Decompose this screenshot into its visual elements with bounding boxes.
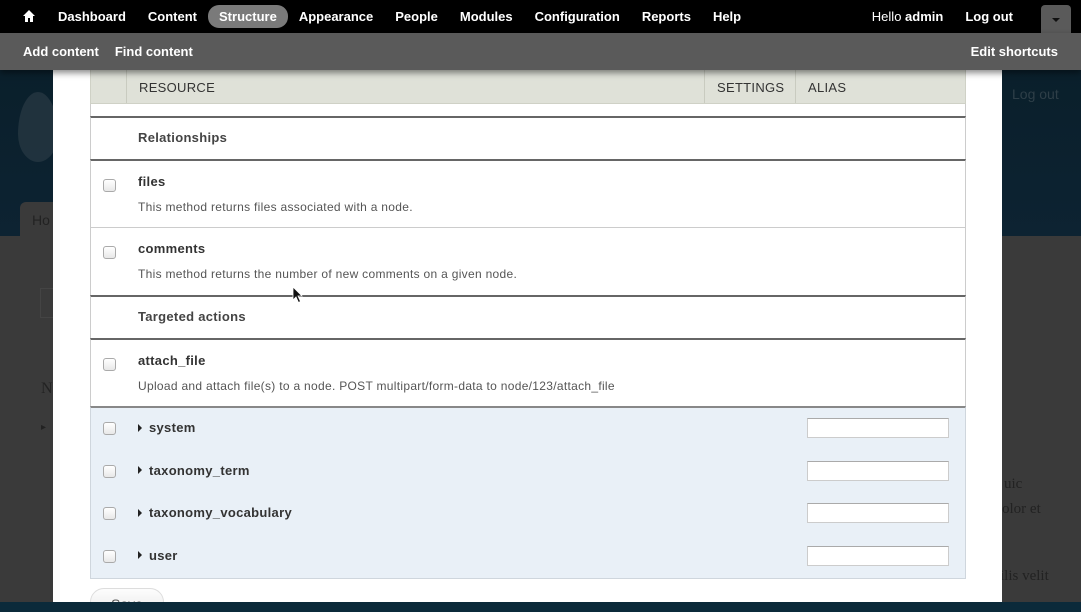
- username-link[interactable]: admin: [905, 9, 943, 24]
- alias-input[interactable]: [807, 460, 949, 481]
- user-area: Hello admin Log out: [872, 9, 1013, 24]
- method-description: Upload and attach file(s) to a node. POS…: [138, 379, 615, 393]
- method-name: attach_file: [138, 353, 206, 368]
- menu-configuration[interactable]: Configuration: [524, 5, 631, 28]
- edit-shortcuts-link[interactable]: Edit shortcuts: [971, 44, 1058, 59]
- menu-people[interactable]: People: [384, 5, 449, 28]
- expand-arrow-icon: [138, 508, 142, 517]
- menu-appearance[interactable]: Appearance: [288, 5, 384, 28]
- save-button[interactable]: Save: [90, 588, 164, 602]
- table-spacer: [90, 104, 966, 116]
- shortcuts-toggle-button[interactable]: [1041, 5, 1071, 33]
- resource-list: system taxonomy_term taxonomy_vocabulary…: [90, 406, 966, 579]
- menu-modules[interactable]: Modules: [449, 5, 524, 28]
- resource-name: taxonomy_term: [149, 462, 250, 478]
- mouse-cursor-icon: [292, 286, 303, 304]
- method-checkbox-comments[interactable]: [103, 246, 116, 259]
- resource-checkbox[interactable]: [103, 464, 116, 478]
- logout-link[interactable]: Log out: [965, 9, 1013, 24]
- alias-input[interactable]: [807, 418, 949, 438]
- header-select: [91, 70, 127, 103]
- chevron-down-icon: [1052, 18, 1060, 22]
- resource-row-taxonomy-vocabulary: taxonomy_vocabulary: [91, 493, 965, 536]
- resource-name: system: [149, 420, 196, 435]
- menu-content[interactable]: Content: [137, 5, 208, 28]
- alias-input[interactable]: [807, 545, 949, 566]
- method-checkbox-attach-file[interactable]: [103, 358, 116, 371]
- method-description: This method returns the number of new co…: [138, 267, 518, 281]
- admin-toolbar: Dashboard Content Structure Appearance P…: [0, 0, 1081, 33]
- greeting-prefix: Hello: [871, 9, 906, 24]
- expand-arrow-icon: [138, 423, 142, 432]
- drupal-logo-icon: [18, 92, 58, 162]
- expand-arrow-icon: [138, 551, 142, 559]
- resource-checkbox[interactable]: [103, 422, 116, 435]
- method-description: This method returns files associated wit…: [138, 200, 413, 214]
- header-alias: ALIAS: [808, 80, 847, 95]
- alias-input[interactable]: [807, 503, 949, 523]
- expand-arrow-icon: [138, 466, 142, 474]
- resource-row-system: system: [91, 408, 965, 451]
- greeting: Hello admin: [872, 9, 944, 24]
- background-text: ilis velit: [1000, 568, 1049, 584]
- background-bullet: ▸: [41, 422, 47, 433]
- method-row: attach_file Upload and attach file(s) to…: [90, 338, 966, 406]
- resource-row-taxonomy-term: taxonomy_term: [91, 451, 965, 494]
- background-footer: [0, 602, 1081, 612]
- group-relationships: Relationships: [90, 116, 966, 159]
- resource-toggle[interactable]: taxonomy_term: [138, 463, 250, 478]
- shortcuts-bar: Add content Find content Edit shortcuts: [0, 33, 1081, 70]
- resource-name: taxonomy_vocabulary: [149, 505, 292, 520]
- header-resource: RESOURCE: [127, 70, 705, 103]
- resource-toggle[interactable]: system: [138, 420, 196, 435]
- method-row: comments This method returns the number …: [90, 227, 966, 295]
- resource-row-user: user: [91, 536, 965, 579]
- overlay-dialog: RESOURCE SETTINGS ALIAS Relationships fi…: [53, 70, 1002, 602]
- header-settings: SETTINGS: [705, 70, 796, 103]
- resource-toggle[interactable]: taxonomy_vocabulary: [138, 505, 292, 520]
- background-text: olor et: [1002, 501, 1041, 517]
- menu-dashboard[interactable]: Dashboard: [47, 5, 137, 28]
- menu-reports[interactable]: Reports: [631, 5, 702, 28]
- method-row: files This method returns files associat…: [90, 159, 966, 227]
- resource-checkbox[interactable]: [103, 549, 116, 563]
- resource-name: user: [149, 547, 178, 563]
- group-targeted-actions: Targeted actions: [90, 295, 966, 338]
- shortcut-add-content[interactable]: Add content: [23, 44, 99, 59]
- method-checkbox-files[interactable]: [103, 179, 116, 192]
- menu-structure[interactable]: Structure: [208, 5, 288, 28]
- background-text-n: N: [41, 380, 53, 397]
- resource-checkbox[interactable]: [103, 507, 116, 520]
- method-name: files: [138, 174, 166, 189]
- admin-menu: Dashboard Content Structure Appearance P…: [47, 5, 752, 28]
- home-icon[interactable]: [22, 9, 36, 23]
- background-logout-link: Log out: [1012, 86, 1059, 102]
- background-text: uic: [1004, 476, 1023, 492]
- menu-help[interactable]: Help: [702, 5, 752, 28]
- shortcut-find-content[interactable]: Find content: [115, 44, 193, 59]
- resources-table: RESOURCE SETTINGS ALIAS Relationships fi…: [90, 70, 966, 579]
- method-name: comments: [138, 241, 206, 256]
- table-header: RESOURCE SETTINGS ALIAS: [90, 70, 966, 104]
- resource-toggle[interactable]: user: [138, 548, 178, 563]
